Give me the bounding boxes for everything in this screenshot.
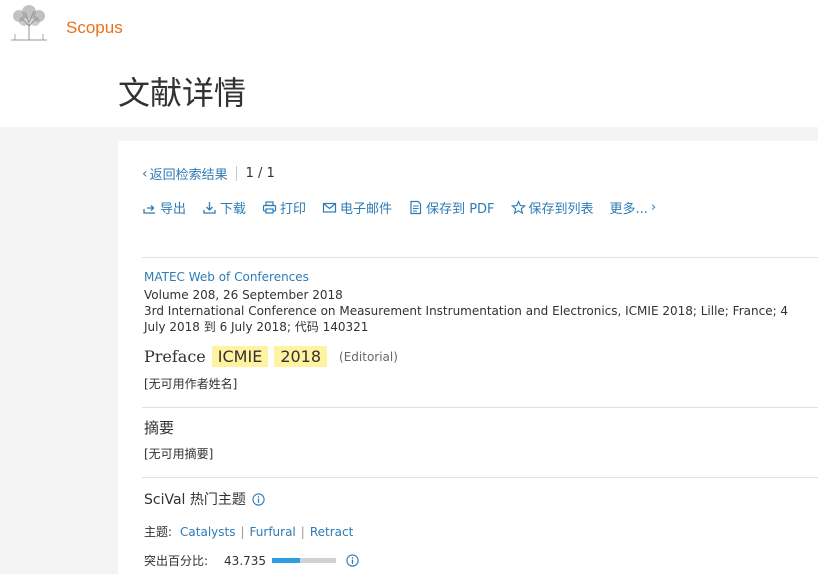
abstract-divider [142,477,818,478]
header: Scopus 文献详情 [0,0,818,127]
document-toolbar: 导出 下载 打印 电子邮件 保存到 PDF 保存到列表 更多... › [142,198,672,217]
scopus-brand[interactable]: Scopus [66,18,123,38]
save-to-list-label: 保存到列表 [528,202,594,217]
topic-link-catalysts[interactable]: Catalysts [180,525,235,539]
topic-link-furfural[interactable]: Furfural [250,525,296,539]
document-panel: ‹ 返回检索结果 1 / 1 导出 下载 打印 电子邮件 保存到 PDF 保存到… [118,141,818,574]
save-pdf-button[interactable]: 保存到 PDF [408,198,495,217]
abstract-heading: 摘要 [144,419,175,437]
document-type: (Editorial) [339,349,398,364]
document-title: Preface ICMIE 2018 (Editorial) [144,346,398,367]
info-icon[interactable] [252,492,265,506]
chevron-left-icon: ‹ [142,165,148,182]
email-button[interactable]: 电子邮件 [322,198,392,217]
export-button[interactable]: 导出 [142,198,186,217]
topic-separator: | [300,524,305,539]
more-label: 更多... [609,202,648,217]
elsevier-tree-logo[interactable] [7,4,51,42]
export-icon [143,205,155,214]
save-to-list-button[interactable]: 保存到列表 [510,198,594,217]
prominence-bar [272,558,337,563]
topics-label: 主题: [144,525,173,539]
source-title-link[interactable]: MATEC Web of Conferences [144,270,309,284]
scival-topics: 主题: Catalysts | Furfural | Retract [144,523,353,540]
back-to-results-label: 返回检索结果 [149,168,228,183]
export-label: 导出 [160,202,187,217]
print-button[interactable]: 打印 [262,198,306,217]
result-navigation: ‹ 返回检索结果 1 / 1 [142,164,275,184]
page-title: 文献详情 [118,74,247,112]
title-highlight-term: ICMIE [211,346,269,367]
authors-placeholder: [无可用作者姓名] [144,377,238,391]
scival-heading-label: SciVal 热门主题 [144,492,246,508]
printer-icon [262,201,277,214]
download-button[interactable]: 下载 [202,198,246,217]
title-highlight-year: 2018 [274,346,328,367]
result-count: 1 / 1 [245,166,275,181]
nav-divider [235,166,237,181]
save-pdf-label: 保存到 PDF [426,202,495,217]
chevron-right-icon: › [650,200,657,215]
prominence-value: 43.735 [224,553,267,568]
authors-divider [142,407,818,408]
topic-link-retract[interactable]: Retract [310,525,353,539]
star-icon [510,200,526,215]
more-button[interactable]: 更多... › [610,198,657,217]
scival-heading: SciVal 热门主题 [144,489,265,509]
envelope-icon [322,202,337,213]
toolbar-divider [142,257,818,258]
prominence-info-icon[interactable] [346,554,359,567]
abstract-text: [无可用摘要] [144,447,214,461]
prominence-bar-fill [272,558,301,563]
back-to-results-link[interactable]: ‹ 返回检索结果 [142,164,228,184]
title-prefix: Preface [144,347,206,366]
prominence-label: 突出百分比: [144,554,209,568]
email-label: 电子邮件 [340,202,393,217]
document-metadata: Volume 208, 26 September 2018 3rd Intern… [144,287,804,335]
volume-info: Volume 208, 26 September 2018 [144,288,343,302]
download-label: 下载 [220,202,247,217]
prominence-row: 突出百分比: 43.735 [144,552,359,569]
print-label: 打印 [280,202,307,217]
download-icon [203,202,216,214]
pdf-icon [410,200,422,215]
topic-separator: | [240,524,245,539]
conference-info: 3rd International Conference on Measurem… [144,304,789,334]
